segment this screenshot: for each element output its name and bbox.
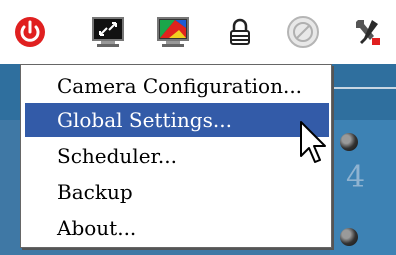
menu-item-camera-configuration[interactable]: Camera Configuration... (25, 69, 329, 103)
power-icon[interactable] (12, 14, 48, 50)
color-adjust-icon[interactable] (155, 14, 191, 50)
knob-button[interactable] (340, 133, 358, 151)
menu-item-scheduler[interactable]: Scheduler... (25, 139, 329, 173)
lock-icon[interactable] (222, 14, 258, 50)
toolbar (0, 0, 396, 64)
knob-button[interactable] (340, 228, 358, 246)
panel-digit: 4 (346, 160, 366, 195)
menu-item-global-settings[interactable]: Global Settings... (25, 103, 329, 137)
panel-divider (330, 87, 396, 89)
mouse-pointer-icon (298, 120, 328, 166)
menu-item-about[interactable]: About... (25, 211, 329, 245)
settings-menu: Camera Configuration... Global Settings.… (20, 64, 332, 248)
menu-item-backup[interactable]: Backup (25, 175, 329, 209)
fullscreen-icon[interactable] (90, 14, 126, 50)
disabled-circle-icon[interactable] (285, 14, 321, 50)
tools-icon[interactable] (350, 14, 386, 50)
